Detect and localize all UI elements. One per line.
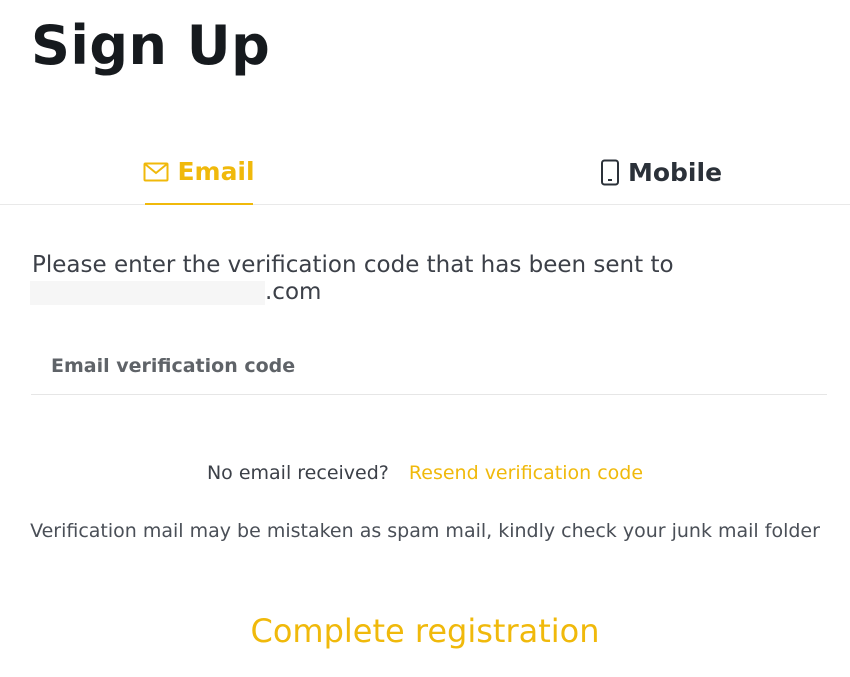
phone-icon bbox=[600, 159, 620, 186]
spam-note: Verification mail may be mistaken as spa… bbox=[30, 520, 820, 542]
redacted-email bbox=[30, 280, 265, 305]
resend-row: No email received? Resend verification c… bbox=[0, 462, 850, 484]
resend-verification-link[interactable]: Resend verification code bbox=[409, 462, 643, 484]
tab-email-label: Email bbox=[177, 157, 255, 186]
tab-email[interactable]: Email bbox=[143, 140, 255, 205]
complete-registration-button[interactable]: Complete registration bbox=[0, 612, 850, 650]
tab-mobile-label: Mobile bbox=[627, 157, 723, 187]
verification-instruction: Please enter the verification code that … bbox=[30, 252, 732, 306]
signup-method-tabs: Email Mobile bbox=[0, 140, 850, 205]
page-title: Sign Up bbox=[31, 14, 271, 77]
instruction-text: Please enter the verification code that … bbox=[32, 252, 674, 278]
mail-icon bbox=[143, 162, 169, 182]
resend-prompt: No email received? bbox=[206, 462, 389, 484]
email-suffix: .com bbox=[265, 279, 322, 305]
email-verification-code-input[interactable] bbox=[31, 337, 827, 394]
signup-page: Sign Up Email Mobile Please enter the ve… bbox=[0, 0, 850, 677]
tab-mobile[interactable]: Mobile bbox=[600, 140, 722, 204]
email-verification-code-field bbox=[31, 337, 827, 395]
